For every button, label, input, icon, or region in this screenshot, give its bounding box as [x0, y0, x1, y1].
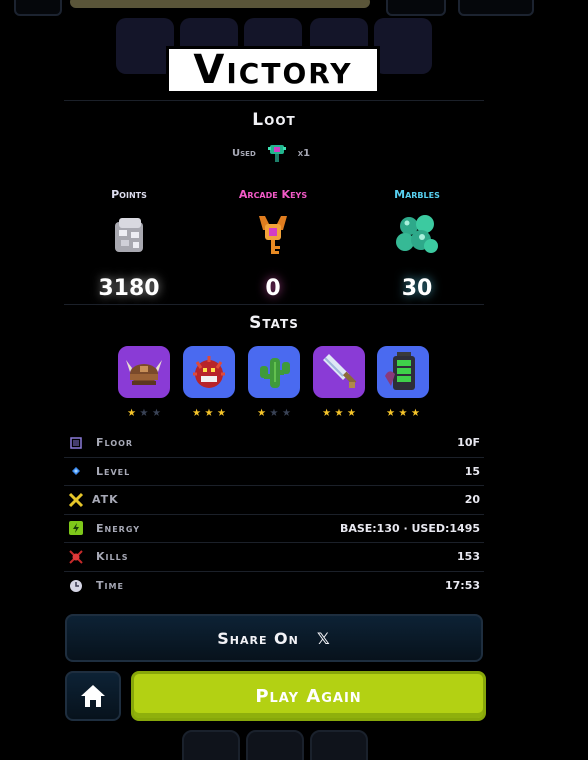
battery-icon [385, 352, 415, 390]
used-label: Used [232, 147, 256, 159]
star-icon: ★ [269, 404, 279, 420]
arcade-keys-label: Arcade Keys [238, 188, 308, 201]
time-icon [68, 578, 84, 594]
bg-hud-button [14, 0, 62, 16]
kills-value: 153 [457, 550, 480, 564]
used-item-row: Used x1 [232, 142, 310, 164]
play-again-button[interactable]: Play Again [131, 671, 486, 721]
points-icon [115, 218, 143, 252]
stat-card-battery[interactable] [375, 344, 431, 400]
divider [64, 100, 484, 101]
energy-icon [68, 520, 84, 536]
marbles-resource: Marbles 30 [362, 188, 472, 301]
arcade-keys-resource: Arcade Keys 0 [218, 188, 328, 301]
kills-icon [68, 549, 84, 565]
used-item-icon [267, 145, 286, 162]
stat-row-time: Time 17:53 [64, 572, 484, 601]
stat-card-cactus[interactable] [246, 344, 302, 400]
energy-value: BASE:130 · USED:1495 [339, 521, 480, 535]
star-icon: ★ [257, 404, 266, 420]
divider [64, 304, 484, 305]
star-icon: ★ [204, 404, 214, 420]
star-icon: ★ [398, 404, 408, 420]
stars-viking-helmet: ★ ★ ★ [114, 404, 174, 420]
star-icon: ★ [322, 404, 331, 420]
star-icon: ★ [139, 404, 149, 420]
level-value: 15 [464, 464, 480, 478]
bg-bottom-tile [246, 730, 304, 760]
star-icon: ★ [411, 404, 420, 420]
cactus-icon [260, 358, 290, 388]
bg-bottom-tile [182, 730, 240, 760]
marbles-value: 30 [401, 276, 433, 301]
stars-battery: ★ ★ ★ [373, 404, 433, 420]
play-again-label: Play Again [255, 685, 362, 707]
spiky-creature-icon [193, 356, 225, 388]
stat-row-atk: ATK 20 [64, 486, 484, 515]
energy-label: Energy [96, 521, 141, 535]
star-icon: ★ [127, 404, 136, 420]
stat-row-energy: Energy BASE:130 · USED:1495 [64, 515, 484, 543]
share-label: Share On [217, 628, 299, 648]
stats-heading: Stats [249, 313, 299, 333]
kills-label: Kills [96, 550, 129, 564]
atk-value: 20 [464, 493, 480, 507]
star-icon: ★ [192, 404, 201, 420]
stat-row-floor: Floor 10F [64, 429, 484, 458]
arcade-keys-value: 0 [265, 276, 281, 301]
loot-heading: Loot [252, 110, 296, 130]
stat-row-level: Level 15 [64, 458, 484, 486]
marbles-label: Marbles [394, 188, 440, 201]
stars-cactus: ★ ★ ★ [244, 404, 304, 420]
stat-card-spiky-creature[interactable] [181, 344, 237, 400]
points-label: Points [111, 188, 147, 201]
stars-crystal-sword: ★ ★ ★ [309, 404, 369, 420]
time-value: 17:53 [444, 579, 480, 593]
stat-row-kills: Kills 153 [64, 543, 484, 572]
floor-value: 10F [457, 436, 480, 450]
marbles-icon [396, 215, 438, 253]
share-on-x-button[interactable]: Share On 𝕏 [65, 614, 483, 662]
floor-label: Floor [96, 436, 134, 450]
star-icon: ★ [217, 404, 226, 420]
star-icon: ★ [334, 404, 344, 420]
star-icon: ★ [347, 404, 356, 420]
bg-hud-button [458, 0, 534, 16]
star-icon: ★ [152, 404, 161, 420]
viking-helmet-icon [126, 360, 162, 385]
star-icon: ★ [386, 404, 395, 420]
bg-hud-button [386, 0, 446, 16]
floor-icon [68, 435, 84, 451]
crystal-sword-icon [323, 354, 357, 388]
level-label: Level [96, 464, 131, 478]
level-icon [68, 463, 84, 479]
bg-bottom-tile [310, 730, 368, 760]
atk-icon [68, 492, 84, 508]
home-icon [81, 685, 105, 707]
x-logo-icon: 𝕏 [316, 628, 331, 648]
time-label: Time [96, 579, 124, 593]
stars-spiky-creature: ★ ★ ★ [179, 404, 239, 420]
atk-label: ATK [92, 493, 119, 507]
stat-card-viking-helmet[interactable] [116, 344, 172, 400]
bg-progress-bar [70, 0, 370, 8]
star-icon: ★ [282, 404, 291, 420]
points-resource: Points 3180 [74, 188, 184, 301]
home-button[interactable] [65, 671, 121, 721]
stat-card-crystal-sword[interactable] [311, 344, 367, 400]
used-quantity: x1 [297, 147, 311, 159]
stats-table: Floor 10F Level 15 ATK 20 Energy BASE:13… [64, 429, 484, 600]
points-value: 3180 [98, 276, 160, 301]
victory-title: Victory [193, 47, 353, 93]
victory-banner: Victory [166, 46, 380, 94]
arcade-key-icon [259, 216, 287, 254]
bg-tile [374, 18, 432, 74]
